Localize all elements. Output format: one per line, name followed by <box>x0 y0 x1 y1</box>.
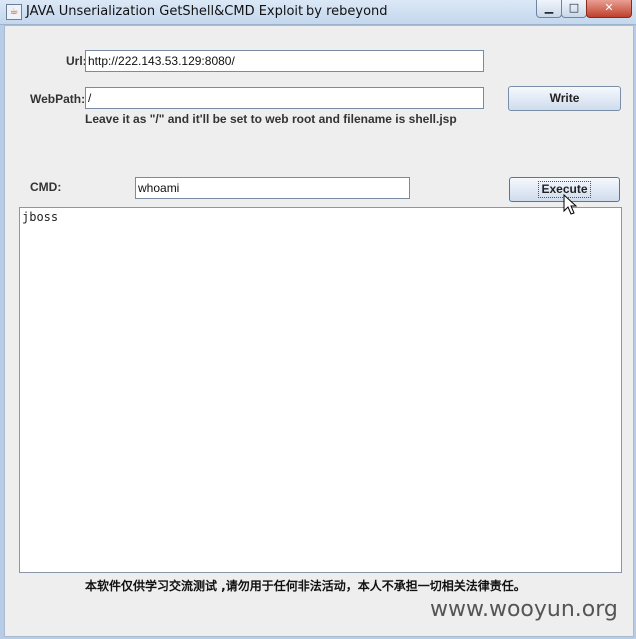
maximize-button[interactable]: □ <box>561 0 587 18</box>
close-icon: ✕ <box>604 1 614 14</box>
disclaimer-text: 本软件仅供学习交流测试 ,请勿用于任何非法活动，本人不承担一切相关法律责任。 <box>85 579 526 593</box>
minimize-button[interactable]: ▁ <box>536 0 562 18</box>
output-textarea[interactable]: jboss <box>19 207 622 573</box>
cmd-label: CMD: <box>30 180 62 194</box>
close-button[interactable]: ✕ <box>586 0 632 18</box>
webpath-label: WebPath: <box>30 92 86 106</box>
url-label: Url: <box>66 54 87 68</box>
cmd-input[interactable]: whoami <box>135 177 410 199</box>
webpath-input[interactable]: / <box>85 87 484 109</box>
url-input[interactable]: http://222.143.53.129:8080/ <box>85 50 484 72</box>
app-window: ☕ JAVA Unserialization GetShell&CMD Expl… <box>0 0 636 639</box>
watermark-text: www.wooyun.org <box>430 597 618 622</box>
java-app-icon[interactable]: ☕ <box>6 4 22 20</box>
write-button[interactable]: Write <box>508 86 621 111</box>
mouse-cursor-icon <box>563 194 578 215</box>
title-bar[interactable]: ☕ JAVA Unserialization GetShell&CMD Expl… <box>0 0 636 25</box>
window-title: JAVA Unserialization GetShell&CMD Exploi… <box>26 4 304 19</box>
window-author: by rebeyond <box>306 4 388 19</box>
webpath-hint: Leave it as "/" and it'll be set to web … <box>85 112 457 126</box>
minimize-icon: ▁ <box>544 1 554 14</box>
maximize-icon: □ <box>568 1 580 14</box>
